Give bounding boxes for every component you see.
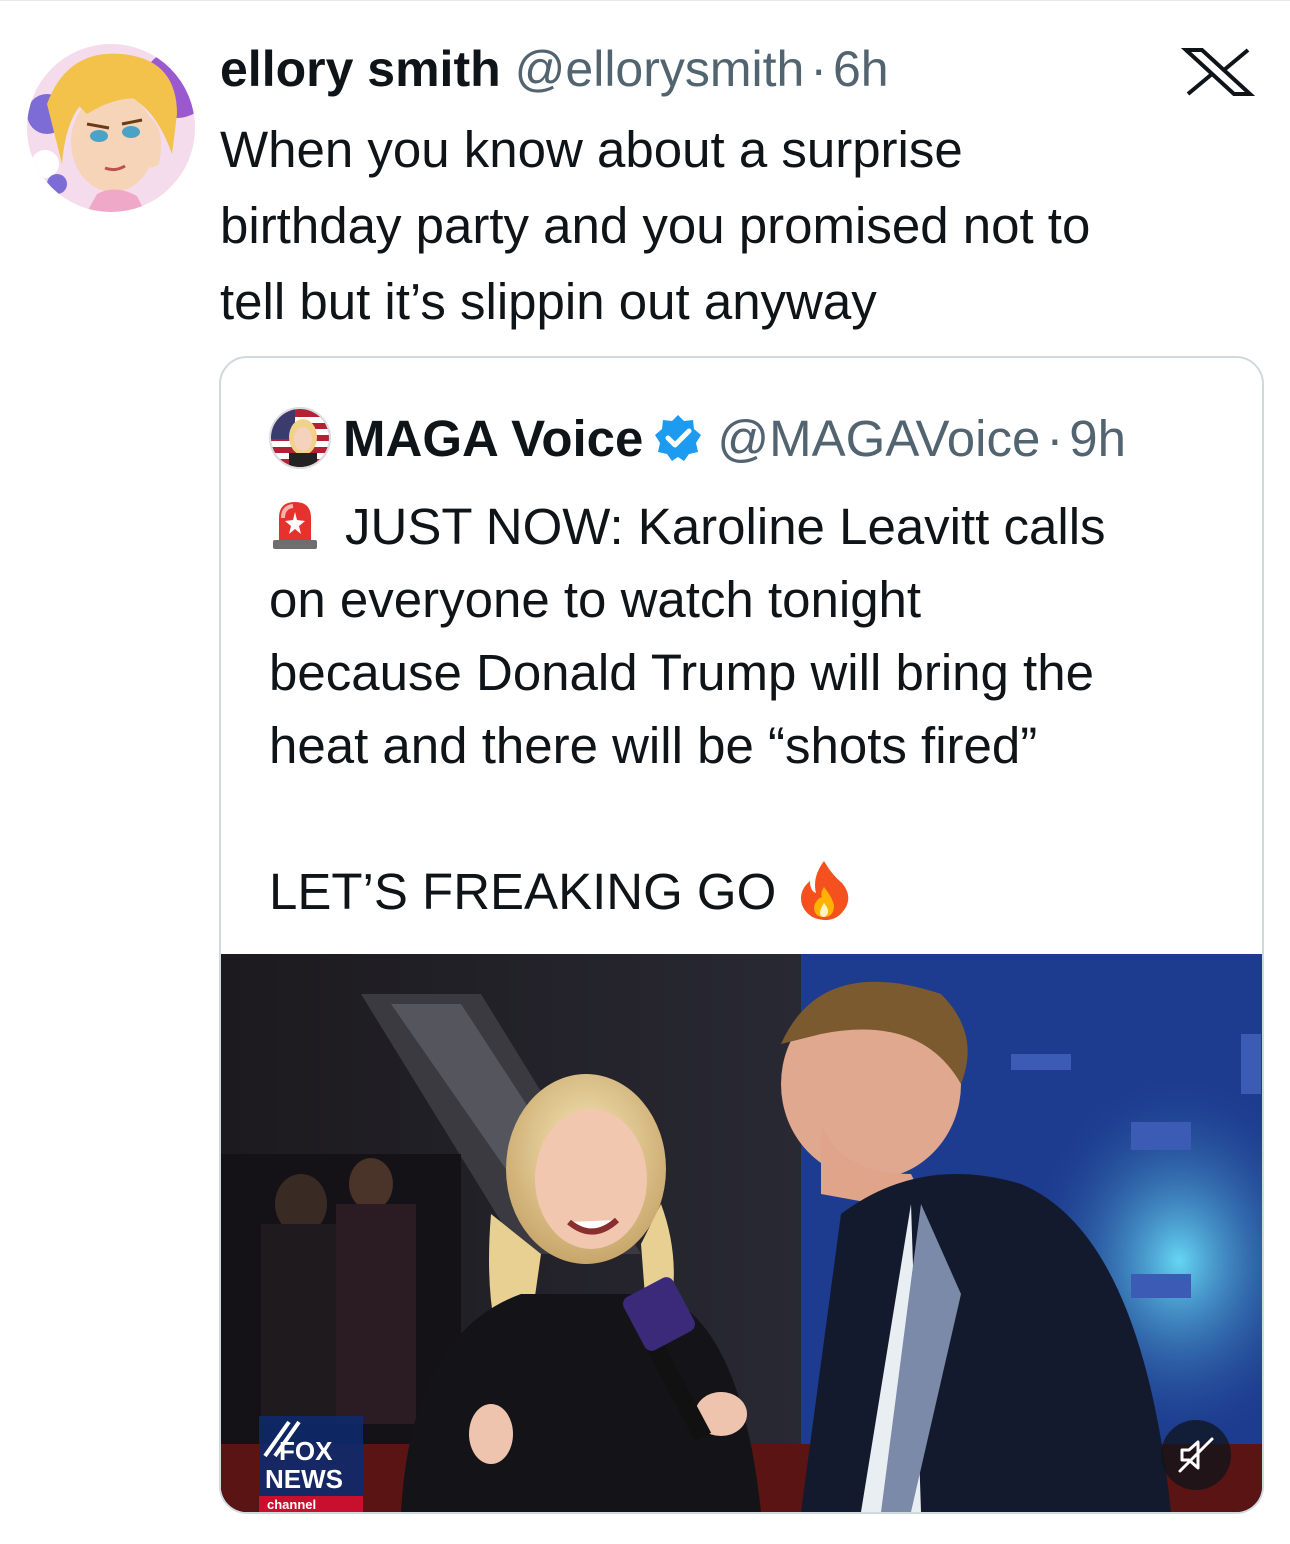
tweet-text-line: tell but it’s slippin out anyway	[220, 273, 877, 330]
quoted-text-line: heat and there will be “shots fired”	[269, 717, 1038, 774]
fire-emoji-icon	[801, 861, 849, 921]
top-divider	[0, 0, 1290, 7]
quoted-text-line-content: JUST NOW: Karoline Leavitt calls	[345, 498, 1106, 555]
quoted-text-closing-line: LET’S FREAKING GO	[269, 855, 1249, 928]
quoted-tweet-header: MAGA Voice @MAGAVoice · 9h	[269, 406, 1126, 470]
video-player[interactable]: FOX NEWS channel	[221, 954, 1262, 1512]
author-handle[interactable]: @ellorysmith	[515, 40, 805, 98]
quoted-text-line: JUST NOW: Karoline Leavitt calls	[269, 490, 1249, 563]
quoted-text-line: because Donald Trump will bring the	[269, 644, 1094, 701]
speaker-muted-icon	[1178, 1437, 1214, 1473]
quoted-author-handle[interactable]: @MAGAVoice	[717, 409, 1040, 468]
tweet-header: ellory smith @ellorysmith · 6h	[220, 40, 889, 98]
quoted-tweet-card[interactable]: MAGA Voice @MAGAVoice · 9h JUST NOW: Kar…	[219, 356, 1264, 1514]
watermark-fox: FOX	[279, 1436, 333, 1466]
closing-line-content: LET’S FREAKING GO	[269, 863, 777, 920]
watermark-news: NEWS	[265, 1464, 343, 1494]
quoted-text-line: on everyone to watch tonight	[269, 571, 922, 628]
cartoon-avatar-image	[27, 44, 195, 212]
separator-dot: ·	[810, 41, 827, 97]
tweet-text-line: When you know about a surprise	[220, 121, 963, 178]
author-avatar[interactable]	[27, 44, 195, 212]
flag-portrait-avatar	[271, 409, 329, 467]
video-frame-image	[221, 954, 1262, 1512]
quoted-author-name[interactable]: MAGA Voice	[343, 409, 643, 468]
quoted-author-avatar[interactable]	[269, 407, 331, 469]
verified-badge-icon	[655, 415, 702, 461]
author-name[interactable]: ellory smith	[220, 40, 501, 98]
quoted-tweet-timestamp[interactable]: 9h	[1069, 409, 1126, 468]
watermark-channel: channel	[267, 1497, 316, 1512]
mute-button[interactable]	[1161, 1420, 1231, 1490]
quoted-tweet-text: JUST NOW: Karoline Leavitt calls on ever…	[269, 490, 1249, 928]
separator-dot: ·	[1046, 409, 1064, 467]
tweet-text-line: birthday party and you promised not to	[220, 197, 1091, 254]
tweet-text: When you know about a surprise birthday …	[220, 112, 1260, 340]
police-light-emoji-icon	[273, 502, 317, 549]
x-logo-icon	[1180, 48, 1256, 96]
fox-news-watermark: FOX NEWS channel	[259, 1416, 363, 1512]
tweet-timestamp[interactable]: 6h	[833, 40, 889, 98]
